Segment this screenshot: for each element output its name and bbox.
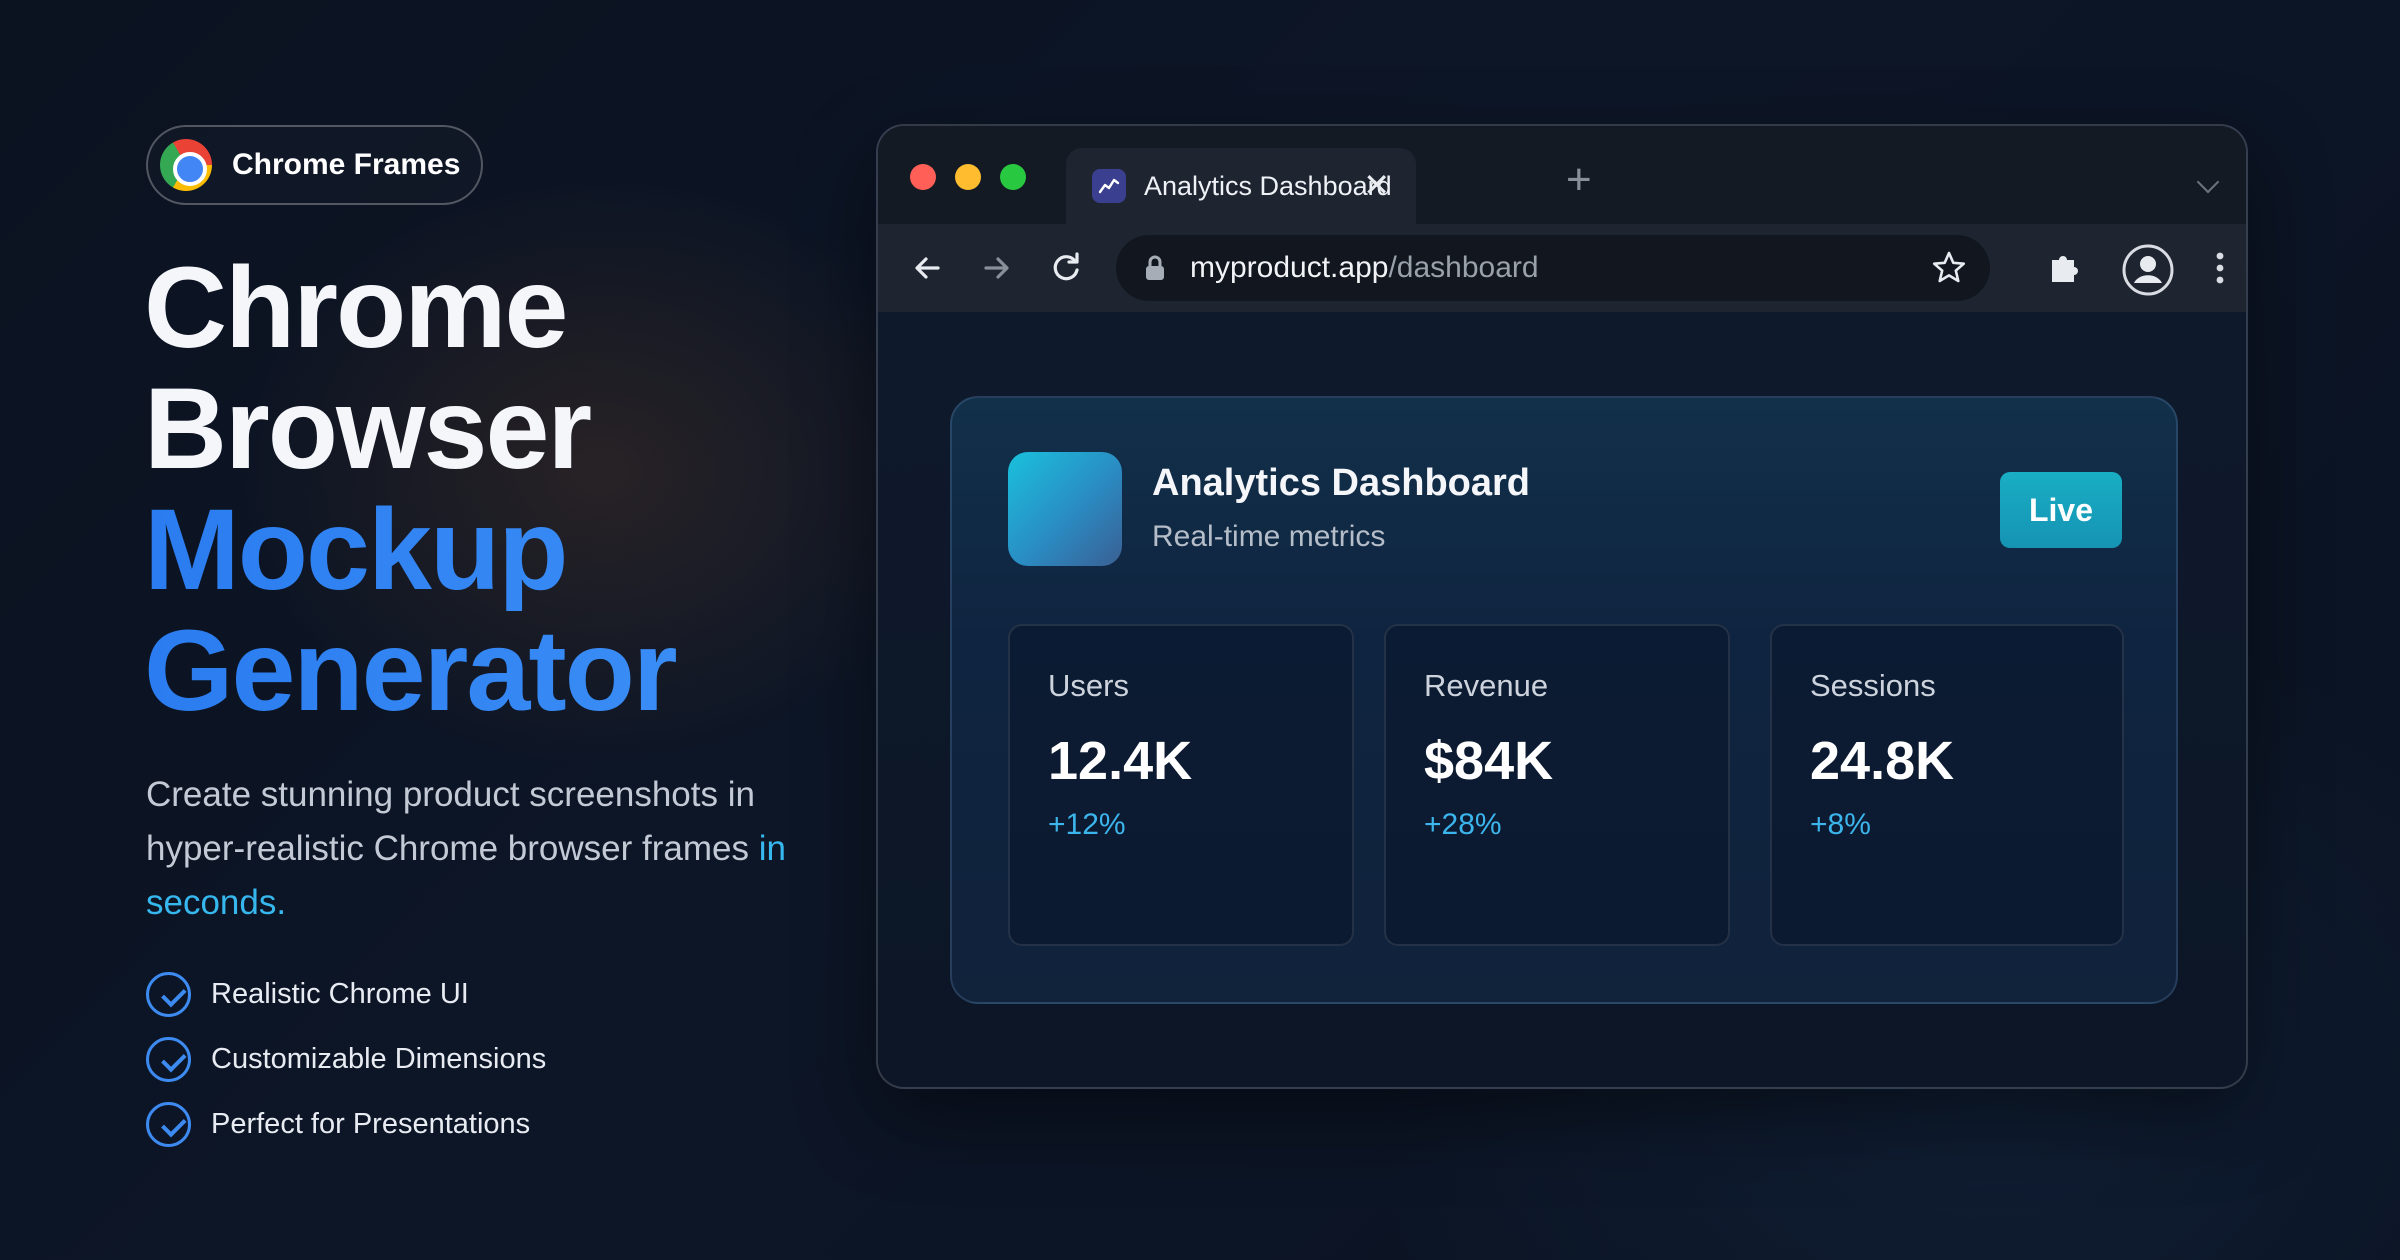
check-circle-icon [146,1102,191,1147]
address-bar[interactable]: myproduct.app/dashboard [1116,235,1990,301]
close-window-button[interactable] [910,164,936,190]
feature-item: Customizable Dimensions [146,1037,546,1082]
bookmark-star-icon[interactable] [1930,249,1968,287]
hero-headline: Chrome Browser Mockup Generator [144,244,678,735]
metric-change: +8% [1810,808,1871,841]
url-domain: myproduct.app [1190,251,1389,284]
minimize-window-button[interactable] [955,164,981,190]
metric-card-users: Users 12.4K +12% [1008,624,1354,946]
feature-item: Perfect for Presentations [146,1102,546,1147]
live-status-badge[interactable]: Live [2000,472,2122,548]
close-tab-icon[interactable]: ✕ [1363,169,1390,201]
feature-list: Realistic Chrome UI Customizable Dimensi… [146,972,546,1167]
dashboard-card: Analytics Dashboard Real-time metrics Li… [950,396,2178,1004]
app-logo-icon [1008,452,1122,566]
profile-avatar-icon[interactable] [2120,242,2176,298]
check-circle-icon [146,1037,191,1082]
feature-label: Perfect for Presentations [211,1108,531,1140]
check-circle-icon [146,972,191,1017]
headline-line-1: Chrome [144,244,569,372]
maximize-window-button[interactable] [1000,164,1026,190]
tab-title: Analytics Dashboard [1144,170,1392,201]
feature-label: Realistic Chrome UI [211,978,469,1010]
tab-analytics-dashboard[interactable]: Analytics Dashboard ✕ [1066,148,1416,224]
feature-item: Realistic Chrome UI [146,972,546,1017]
chevron-down-icon[interactable] [2196,170,2220,194]
headline-line-3: Mockup [144,490,676,611]
metric-change: +28% [1424,808,1502,841]
metric-label: Revenue [1424,668,1549,703]
description-text: Create stunning product screenshots in h… [146,775,755,868]
new-tab-button[interactable]: + [1566,158,1592,202]
headline-line-2: Browser [144,365,592,493]
headline-line-4: Generator [144,607,678,735]
hero-description: Create stunning product screenshots in h… [146,768,786,930]
url-path: /dashboard [1388,251,1539,284]
metric-value: 12.4K [1048,731,1193,791]
badge-label: Chrome Frames [232,148,461,181]
chart-icon [1092,169,1126,203]
metric-change: +12% [1048,808,1126,841]
metric-value: $84K [1424,731,1554,791]
metric-label: Users [1048,668,1129,703]
metric-label: Sessions [1810,668,1936,703]
browser-toolbar: myproduct.app/dashboard [878,224,2246,312]
dashboard-title: Analytics Dashboard [1152,462,1530,504]
url-text: myproduct.app/dashboard [1190,251,1539,285]
dashboard-subtitle: Real-time metrics [1152,520,1386,553]
metric-card-revenue: Revenue $84K +28% [1384,624,1730,946]
extensions-puzzle-icon[interactable] [2042,246,2086,290]
metric-value: 24.8K [1810,731,1955,791]
chrome-frames-badge[interactable]: Chrome Frames [146,125,483,205]
lock-icon[interactable] [1142,254,1168,282]
feature-label: Customizable Dimensions [211,1043,547,1075]
chrome-logo-icon [160,139,212,191]
tab-strip: Analytics Dashboard ✕ + [878,126,2246,224]
browser-window: Analytics Dashboard ✕ + myproduct.app/da… [876,124,2248,1089]
more-menu-icon[interactable] [2198,246,2242,290]
back-arrow-icon[interactable] [906,246,950,290]
metric-card-sessions: Sessions 24.8K +8% [1770,624,2124,946]
reload-icon[interactable] [1044,246,1088,290]
forward-arrow-icon[interactable] [974,246,1018,290]
